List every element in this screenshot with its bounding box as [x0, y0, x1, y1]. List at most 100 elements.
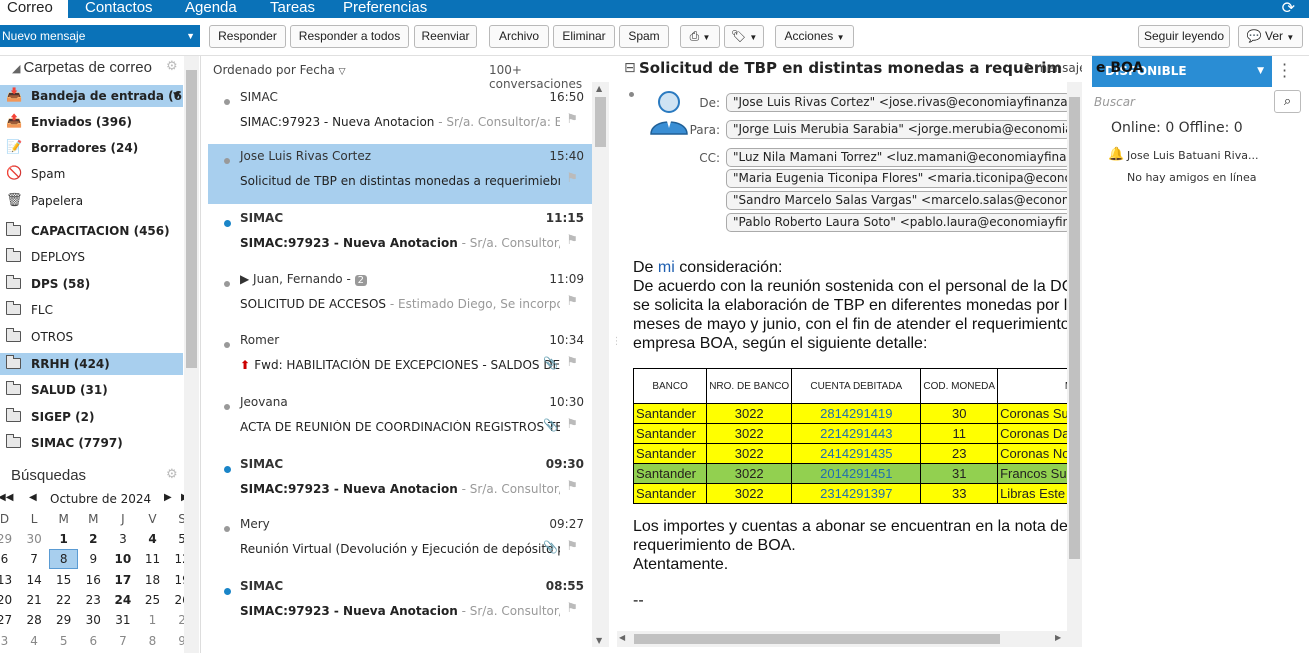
- calendar-day[interactable]: 2: [79, 529, 108, 549]
- folder-deploys[interactable]: DEPLOYS: [0, 246, 183, 268]
- folder-drafts[interactable]: 📝 Borradores (24): [0, 137, 183, 159]
- folder-spam[interactable]: 🚫 Spam: [0, 163, 183, 185]
- new-message-button[interactable]: Nuevo mensaje ▼: [0, 25, 200, 47]
- actions-button[interactable]: Acciones ▼: [775, 25, 854, 48]
- calendar-day[interactable]: 4: [138, 529, 167, 549]
- tab-preferences[interactable]: Preferencias: [343, 0, 427, 18]
- folder-flc[interactable]: FLC: [0, 299, 183, 321]
- calendar-day[interactable]: 25: [138, 590, 167, 610]
- next-month-icon[interactable]: ▶: [164, 492, 172, 503]
- flag-icon[interactable]: ⚑: [566, 417, 578, 432]
- chevron-down-icon[interactable]: ▼: [186, 25, 195, 47]
- scroll-right-icon[interactable]: ▶: [1055, 633, 1061, 642]
- message-row[interactable]: SIMAC 16:50 SIMAC:97923 - Nueva Anotacion …: [208, 85, 592, 145]
- tab-contacts[interactable]: Contactos: [85, 0, 153, 18]
- gear-icon[interactable]: ⚙: [166, 59, 178, 74]
- message-list-scrollbar[interactable]: [592, 82, 609, 647]
- calendar-day[interactable]: 30: [20, 529, 49, 549]
- read-dot[interactable]: [224, 526, 230, 532]
- message-row[interactable]: SIMAC 09:30 SIMAC:97923 - Nueva Anotacion …: [208, 452, 592, 512]
- calendar-day[interactable]: 30: [79, 610, 108, 630]
- folder-rrhh[interactable]: RRHH (424): [0, 353, 183, 375]
- reading-horizontal-scrollbar-thumb[interactable]: [634, 634, 1000, 644]
- calendar-day[interactable]: 17: [108, 570, 137, 590]
- print-button[interactable]: ⎙ ▼: [680, 25, 720, 48]
- flag-icon[interactable]: ⚑: [566, 355, 578, 370]
- calendar-day[interactable]: 7: [20, 549, 49, 569]
- more-options-icon[interactable]: · · ·: [1282, 57, 1287, 85]
- forward-button[interactable]: Reenviar: [414, 25, 477, 48]
- calendar-day[interactable]: 13: [0, 570, 19, 590]
- flag-icon[interactable]: ⚑: [566, 601, 578, 616]
- unread-dot[interactable]: [224, 220, 231, 227]
- calendar-day[interactable]: 16: [79, 570, 108, 590]
- keep-reading-button[interactable]: Seguir leyendo: [1138, 25, 1230, 48]
- calendar-day[interactable]: 8: [138, 631, 167, 651]
- reply-button[interactable]: Responder: [209, 25, 286, 48]
- calendar-day[interactable]: 11: [138, 549, 167, 569]
- message-row[interactable]: Mery 09:27 Reunión Virtual (Devolución y E…: [208, 512, 592, 572]
- read-dot[interactable]: [224, 99, 230, 105]
- read-dot[interactable]: [224, 158, 230, 164]
- message-row[interactable]: SIMAC 11:15 SIMAC:97923 - Nueva Anotacion …: [208, 206, 592, 266]
- delete-button[interactable]: Eliminar: [553, 25, 615, 48]
- folder-scrollbar-thumb[interactable]: [186, 70, 197, 368]
- spam-button[interactable]: Spam: [619, 25, 669, 48]
- calendar-day[interactable]: 3: [108, 529, 137, 549]
- scroll-down-icon[interactable]: ▼: [596, 636, 602, 645]
- cc-address[interactable]: "Luz Nila Mamani Torrez" <luz.mamani@eco…: [726, 148, 1071, 167]
- calendar-day[interactable]: 22: [49, 590, 78, 610]
- chat-search-input[interactable]: Buscar: [1094, 95, 1135, 109]
- calendar-day[interactable]: 7: [108, 631, 137, 651]
- read-dot[interactable]: [224, 342, 230, 348]
- calendar-day[interactable]: 20: [0, 590, 19, 610]
- message-list-scrollbar-thumb[interactable]: [595, 97, 606, 147]
- calendar-day[interactable]: 1: [49, 529, 78, 549]
- folder-inbox[interactable]: 📥 Bandeja de entrada (6 ▼: [0, 85, 183, 107]
- calendar-day[interactable]: 27: [0, 610, 19, 630]
- folder-sent[interactable]: 📤 Enviados (396): [0, 111, 183, 133]
- cc-address[interactable]: "Sandro Marcelo Salas Vargas" <marcelo.s…: [726, 191, 1071, 210]
- archive-button[interactable]: Archivo: [489, 25, 549, 48]
- tab-calendar[interactable]: Agenda: [185, 0, 237, 18]
- message-row[interactable]: Jose Luis Rivas Cortez 15:40 Solicitud de …: [208, 144, 592, 204]
- read-dot[interactable]: [224, 281, 230, 287]
- calendar-day[interactable]: 6: [79, 631, 108, 651]
- calendar-day[interactable]: 3: [0, 631, 19, 651]
- calendar-day[interactable]: 8: [49, 549, 79, 570]
- folder-capacitacion[interactable]: CAPACITACION (456): [0, 220, 183, 242]
- calendar-day[interactable]: 28: [20, 610, 49, 630]
- folders-heading[interactable]: ◢ Carpetas de correo: [12, 59, 152, 76]
- calendar-day[interactable]: 15: [49, 570, 78, 590]
- unread-dot[interactable]: [224, 588, 231, 595]
- searches-heading[interactable]: Búsquedas: [11, 467, 86, 484]
- calendar-day[interactable]: 31: [108, 610, 137, 630]
- message-row[interactable]: SIMAC 08:55 SIMAC:97923 - Nueva Anotacion …: [208, 574, 592, 634]
- message-row[interactable]: ▶ Juan, Fernando - 2 11:09 SOLICITUD DE AC…: [208, 267, 592, 327]
- cc-address[interactable]: "Maria Eugenia Ticonipa Flores" <maria.t…: [726, 169, 1071, 188]
- read-indicator[interactable]: [629, 92, 634, 97]
- view-button[interactable]: 💬 Ver ▼: [1238, 25, 1303, 48]
- from-address[interactable]: "Jose Luis Rivas Cortez" <jose.rivas@eco…: [726, 93, 1071, 112]
- calendar-day[interactable]: 23: [79, 590, 108, 610]
- tab-mail[interactable]: Correo: [0, 0, 68, 18]
- calendar-day[interactable]: 24: [108, 590, 137, 610]
- gear-icon[interactable]: ⚙: [166, 467, 178, 482]
- cc-address[interactable]: "Pablo Roberto Laura Soto" <pablo.laura@…: [726, 213, 1071, 232]
- calendar-day[interactable]: 18: [138, 570, 167, 590]
- scroll-up-icon[interactable]: ▲: [596, 84, 602, 93]
- folder-sigep[interactable]: SIGEP (2): [0, 406, 183, 428]
- calendar-day[interactable]: 29: [0, 529, 19, 549]
- sort-selector[interactable]: Ordenado por Fecha ▽: [213, 63, 346, 77]
- to-address[interactable]: "Jorge Luis Merubia Sarabia" <jorge.meru…: [726, 120, 1071, 139]
- reading-scrollbar-thumb[interactable]: [1069, 97, 1080, 559]
- prev-year-icon[interactable]: ◀◀: [0, 492, 13, 503]
- calendar-day[interactable]: 6: [0, 549, 19, 569]
- calendar-day[interactable]: 29: [49, 610, 78, 630]
- prev-month-icon[interactable]: ◀: [29, 492, 37, 503]
- folder-simac[interactable]: SIMAC (7797): [0, 432, 183, 454]
- flag-icon[interactable]: ⚑: [566, 539, 578, 554]
- search-icon[interactable]: ⌕: [1274, 90, 1301, 113]
- tab-tasks[interactable]: Tareas: [270, 0, 315, 18]
- unread-dot[interactable]: [224, 466, 231, 473]
